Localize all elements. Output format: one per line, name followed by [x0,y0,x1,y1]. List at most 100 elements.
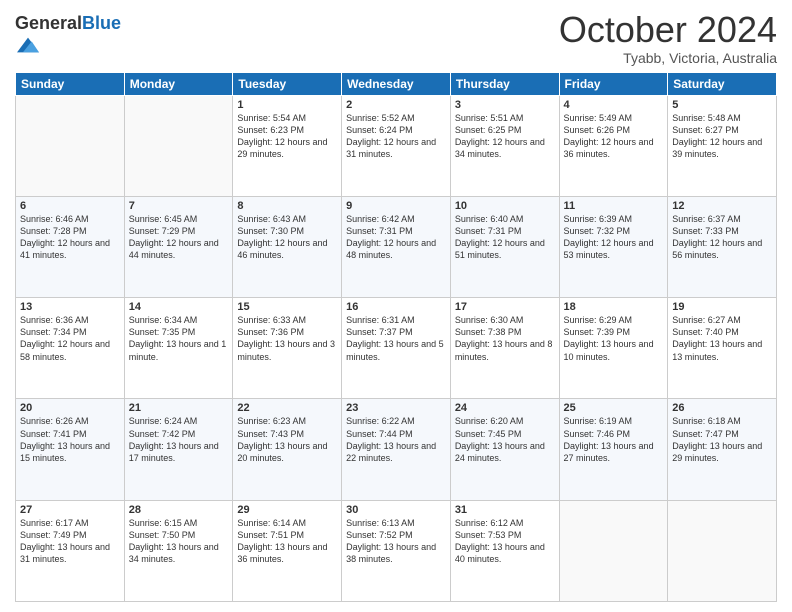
day-number: 12 [672,200,772,212]
day-info: Sunrise: 6:12 AM Sunset: 7:53 PM Dayligh… [455,517,555,566]
day-number: 3 [455,99,555,111]
calendar-cell: 9Sunrise: 6:42 AM Sunset: 7:31 PM Daylig… [342,196,451,297]
calendar-cell: 30Sunrise: 6:13 AM Sunset: 7:52 PM Dayli… [342,500,451,601]
day-info: Sunrise: 6:19 AM Sunset: 7:46 PM Dayligh… [564,415,664,464]
day-number: 18 [564,301,664,313]
calendar-cell: 25Sunrise: 6:19 AM Sunset: 7:46 PM Dayli… [559,399,668,500]
calendar-cell: 10Sunrise: 6:40 AM Sunset: 7:31 PM Dayli… [450,196,559,297]
calendar-cell: 4Sunrise: 5:49 AM Sunset: 6:26 PM Daylig… [559,95,668,196]
day-number: 11 [564,200,664,212]
day-number: 7 [129,200,229,212]
day-number: 2 [346,99,446,111]
calendar-cell: 19Sunrise: 6:27 AM Sunset: 7:40 PM Dayli… [668,298,777,399]
day-number: 9 [346,200,446,212]
calendar-cell: 17Sunrise: 6:30 AM Sunset: 7:38 PM Dayli… [450,298,559,399]
day-number: 15 [237,301,337,313]
calendar-cell [124,95,233,196]
day-info: Sunrise: 6:23 AM Sunset: 7:43 PM Dayligh… [237,415,337,464]
day-info: Sunrise: 6:46 AM Sunset: 7:28 PM Dayligh… [20,213,120,262]
day-number: 5 [672,99,772,111]
day-number: 1 [237,99,337,111]
calendar-header-row: SundayMondayTuesdayWednesdayThursdayFrid… [16,72,777,95]
day-info: Sunrise: 5:49 AM Sunset: 6:26 PM Dayligh… [564,112,664,161]
calendar-header-saturday: Saturday [668,72,777,95]
calendar-cell: 6Sunrise: 6:46 AM Sunset: 7:28 PM Daylig… [16,196,125,297]
calendar-week-row: 1Sunrise: 5:54 AM Sunset: 6:23 PM Daylig… [16,95,777,196]
calendar-header-friday: Friday [559,72,668,95]
calendar-cell: 11Sunrise: 6:39 AM Sunset: 7:32 PM Dayli… [559,196,668,297]
calendar-week-row: 20Sunrise: 6:26 AM Sunset: 7:41 PM Dayli… [16,399,777,500]
day-number: 14 [129,301,229,313]
calendar-cell: 8Sunrise: 6:43 AM Sunset: 7:30 PM Daylig… [233,196,342,297]
day-info: Sunrise: 6:20 AM Sunset: 7:45 PM Dayligh… [455,415,555,464]
day-number: 17 [455,301,555,313]
logo-blue-text: Blue [82,13,121,33]
day-number: 27 [20,504,120,516]
day-number: 21 [129,402,229,414]
day-number: 13 [20,301,120,313]
day-number: 20 [20,402,120,414]
day-number: 25 [564,402,664,414]
day-info: Sunrise: 6:37 AM Sunset: 7:33 PM Dayligh… [672,213,772,262]
day-info: Sunrise: 6:26 AM Sunset: 7:41 PM Dayligh… [20,415,120,464]
calendar-cell: 29Sunrise: 6:14 AM Sunset: 7:51 PM Dayli… [233,500,342,601]
day-number: 8 [237,200,337,212]
day-number: 4 [564,99,664,111]
calendar-cell: 31Sunrise: 6:12 AM Sunset: 7:53 PM Dayli… [450,500,559,601]
day-number: 22 [237,402,337,414]
day-info: Sunrise: 5:51 AM Sunset: 6:25 PM Dayligh… [455,112,555,161]
calendar-cell: 16Sunrise: 6:31 AM Sunset: 7:37 PM Dayli… [342,298,451,399]
day-number: 10 [455,200,555,212]
day-info: Sunrise: 6:36 AM Sunset: 7:34 PM Dayligh… [20,314,120,363]
day-info: Sunrise: 6:33 AM Sunset: 7:36 PM Dayligh… [237,314,337,363]
calendar-header-wednesday: Wednesday [342,72,451,95]
calendar-cell: 27Sunrise: 6:17 AM Sunset: 7:49 PM Dayli… [16,500,125,601]
calendar-cell: 15Sunrise: 6:33 AM Sunset: 7:36 PM Dayli… [233,298,342,399]
day-info: Sunrise: 5:52 AM Sunset: 6:24 PM Dayligh… [346,112,446,161]
calendar-cell: 5Sunrise: 5:48 AM Sunset: 6:27 PM Daylig… [668,95,777,196]
day-info: Sunrise: 5:48 AM Sunset: 6:27 PM Dayligh… [672,112,772,161]
calendar-cell: 23Sunrise: 6:22 AM Sunset: 7:44 PM Dayli… [342,399,451,500]
calendar-cell: 26Sunrise: 6:18 AM Sunset: 7:47 PM Dayli… [668,399,777,500]
day-number: 28 [129,504,229,516]
calendar-cell: 3Sunrise: 5:51 AM Sunset: 6:25 PM Daylig… [450,95,559,196]
calendar-cell: 13Sunrise: 6:36 AM Sunset: 7:34 PM Dayli… [16,298,125,399]
calendar-week-row: 6Sunrise: 6:46 AM Sunset: 7:28 PM Daylig… [16,196,777,297]
day-info: Sunrise: 6:43 AM Sunset: 7:30 PM Dayligh… [237,213,337,262]
day-number: 29 [237,504,337,516]
day-info: Sunrise: 6:14 AM Sunset: 7:51 PM Dayligh… [237,517,337,566]
day-info: Sunrise: 6:30 AM Sunset: 7:38 PM Dayligh… [455,314,555,363]
calendar-cell: 14Sunrise: 6:34 AM Sunset: 7:35 PM Dayli… [124,298,233,399]
day-info: Sunrise: 6:24 AM Sunset: 7:42 PM Dayligh… [129,415,229,464]
calendar-header-sunday: Sunday [16,72,125,95]
day-info: Sunrise: 6:40 AM Sunset: 7:31 PM Dayligh… [455,213,555,262]
day-info: Sunrise: 6:45 AM Sunset: 7:29 PM Dayligh… [129,213,229,262]
month-title: October 2024 [559,10,777,50]
day-info: Sunrise: 5:54 AM Sunset: 6:23 PM Dayligh… [237,112,337,161]
calendar-cell [559,500,668,601]
calendar-cell: 18Sunrise: 6:29 AM Sunset: 7:39 PM Dayli… [559,298,668,399]
day-info: Sunrise: 6:31 AM Sunset: 7:37 PM Dayligh… [346,314,446,363]
day-number: 30 [346,504,446,516]
page: GeneralBlue October 2024 Tyabb, Victoria… [0,0,792,612]
calendar-cell: 28Sunrise: 6:15 AM Sunset: 7:50 PM Dayli… [124,500,233,601]
calendar-header-tuesday: Tuesday [233,72,342,95]
location: Tyabb, Victoria, Australia [559,50,777,66]
calendar-cell: 7Sunrise: 6:45 AM Sunset: 7:29 PM Daylig… [124,196,233,297]
day-info: Sunrise: 6:15 AM Sunset: 7:50 PM Dayligh… [129,517,229,566]
title-block: October 2024 Tyabb, Victoria, Australia [559,10,777,66]
calendar-cell: 20Sunrise: 6:26 AM Sunset: 7:41 PM Dayli… [16,399,125,500]
calendar-cell: 1Sunrise: 5:54 AM Sunset: 6:23 PM Daylig… [233,95,342,196]
calendar-header-monday: Monday [124,72,233,95]
calendar-cell: 21Sunrise: 6:24 AM Sunset: 7:42 PM Dayli… [124,399,233,500]
logo: GeneralBlue [15,14,121,61]
calendar-week-row: 27Sunrise: 6:17 AM Sunset: 7:49 PM Dayli… [16,500,777,601]
calendar-cell [16,95,125,196]
day-info: Sunrise: 6:18 AM Sunset: 7:47 PM Dayligh… [672,415,772,464]
calendar-cell: 24Sunrise: 6:20 AM Sunset: 7:45 PM Dayli… [450,399,559,500]
calendar-cell: 22Sunrise: 6:23 AM Sunset: 7:43 PM Dayli… [233,399,342,500]
calendar-cell: 12Sunrise: 6:37 AM Sunset: 7:33 PM Dayli… [668,196,777,297]
day-info: Sunrise: 6:29 AM Sunset: 7:39 PM Dayligh… [564,314,664,363]
calendar-week-row: 13Sunrise: 6:36 AM Sunset: 7:34 PM Dayli… [16,298,777,399]
day-info: Sunrise: 6:42 AM Sunset: 7:31 PM Dayligh… [346,213,446,262]
